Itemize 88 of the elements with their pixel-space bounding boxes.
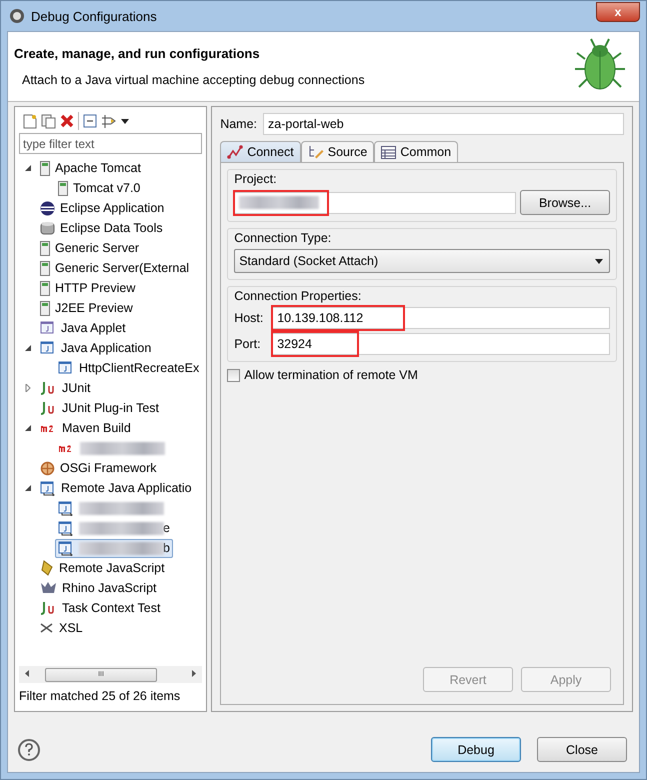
tree-pencil-icon	[308, 145, 324, 159]
tree-item[interactable]: Remote JavaScript	[37, 558, 168, 578]
java-window-icon	[40, 340, 56, 356]
header-title: Create, manage, and run configurations	[14, 46, 261, 61]
name-label: Name:	[220, 117, 258, 131]
tree-item[interactable]: HttpClientRecreateEx	[55, 358, 202, 378]
tree-item[interactable]: Eclipse Application	[37, 198, 168, 218]
junit-icon	[40, 601, 57, 615]
tab[interactable]: Common	[374, 141, 458, 162]
project-label: Project:	[234, 172, 278, 186]
connection-properties-label: Connection Properties:	[234, 289, 362, 303]
connection-type-dropdown[interactable]: Standard (Socket Attach)	[234, 249, 610, 273]
remote-java-icon	[58, 540, 74, 556]
dialog-button[interactable]: Debug	[431, 737, 521, 762]
tree-item[interactable]: Generic Server	[37, 238, 142, 258]
window-title: Debug Configurations	[31, 8, 158, 24]
field-label: Host:	[234, 311, 264, 325]
filter-icon[interactable]	[101, 114, 117, 128]
collapse-triangle-icon[interactable]	[24, 424, 32, 432]
help-icon[interactable]	[18, 738, 40, 760]
tree-item-label: e	[163, 521, 170, 535]
tree-item[interactable]: Apache Tomcat	[37, 158, 144, 178]
sphere-icon	[40, 200, 55, 216]
tree-item[interactable]: b	[55, 538, 173, 558]
tree-item[interactable]: Generic Server(External	[37, 258, 192, 278]
collapse-triangle-icon[interactable]	[24, 484, 32, 492]
dialog-button[interactable]: Close	[537, 737, 627, 762]
tree-item[interactable]: Tomcat v7.0	[55, 178, 144, 198]
remote-java-icon	[58, 500, 74, 516]
collapse-triangle-icon[interactable]	[24, 344, 32, 352]
tree-item[interactable]: Java Application	[37, 338, 154, 358]
server-icon	[40, 260, 50, 276]
tree-item[interactable]: Remote Java Applicatio	[37, 478, 195, 498]
tree-item[interactable]: J2EE Preview	[37, 298, 136, 318]
browse-button[interactable]: Browse...	[520, 190, 610, 215]
new-document-icon[interactable]	[23, 114, 37, 128]
crossed-arrows-icon	[40, 622, 54, 634]
scroll-right-icon[interactable]	[192, 670, 196, 677]
field-label: Port:	[234, 337, 262, 351]
tree-item[interactable]: Java Applet	[37, 318, 129, 338]
java-window-icon	[58, 360, 74, 376]
project-field[interactable]	[234, 192, 516, 214]
tree-item[interactable]: JUnit Plug-in Test	[37, 398, 162, 418]
rhino-icon	[40, 580, 57, 596]
database-icon	[40, 220, 55, 236]
tab[interactable]: Connect	[220, 141, 301, 162]
filter-field[interactable]: type filter text	[19, 133, 202, 154]
dropdown-caret-icon[interactable]	[121, 118, 129, 124]
tree-item[interactable]: XSL	[37, 618, 86, 638]
junit-icon	[40, 381, 57, 395]
scroll-icon	[40, 560, 54, 576]
name-field[interactable]: za-portal-web	[263, 113, 624, 135]
tree-item[interactable]: Rhino JavaScript	[37, 578, 160, 598]
tab[interactable]: Source	[300, 141, 374, 162]
junit-icon	[40, 401, 57, 415]
server-icon	[40, 300, 50, 316]
expand-triangle-icon[interactable]	[24, 384, 32, 392]
table-icon	[381, 146, 396, 158]
tree-item-label: b	[163, 541, 170, 555]
applet-icon	[40, 320, 56, 336]
collapse-triangle-icon[interactable]	[24, 164, 32, 172]
server-icon	[40, 160, 50, 176]
header-subtitle: Attach to a Java virtual machine accepting debug connections	[21, 73, 366, 87]
server-icon	[58, 180, 68, 196]
crosshair-icon	[40, 460, 55, 476]
checkbox-label: Allow termination of remote VM	[244, 368, 418, 382]
collapse-all-icon[interactable]	[83, 114, 97, 128]
remote-java-icon	[40, 480, 56, 496]
dropdown-caret-icon	[595, 258, 603, 264]
checkbox[interactable]	[227, 368, 240, 382]
scroll-left-icon[interactable]	[25, 670, 29, 677]
tree-item[interactable]: HTTP Preview	[37, 278, 138, 298]
tree-item[interactable]: Maven Build	[37, 418, 134, 438]
remote-java-icon	[58, 520, 74, 536]
tree-item[interactable]: e	[55, 518, 173, 538]
tree-item[interactable]: JUnit	[37, 378, 94, 398]
plug-icon	[227, 145, 244, 159]
tree-item[interactable]: OSGi Framework	[37, 458, 160, 478]
tree-item[interactable]: Eclipse Data Tools	[37, 218, 166, 238]
tree-item[interactable]: Task Context Test	[37, 598, 164, 618]
input-field[interactable]: 10.139.108.112	[272, 307, 610, 329]
delete-icon[interactable]	[60, 114, 74, 128]
server-icon	[40, 240, 50, 256]
filter-status: Filter matched 25 of 26 items	[19, 688, 182, 705]
input-field[interactable]: 32924	[272, 333, 610, 355]
server-icon	[40, 280, 50, 296]
copy-document-icon[interactable]	[41, 114, 56, 128]
connection-type-label: Connection Type:	[234, 231, 332, 245]
